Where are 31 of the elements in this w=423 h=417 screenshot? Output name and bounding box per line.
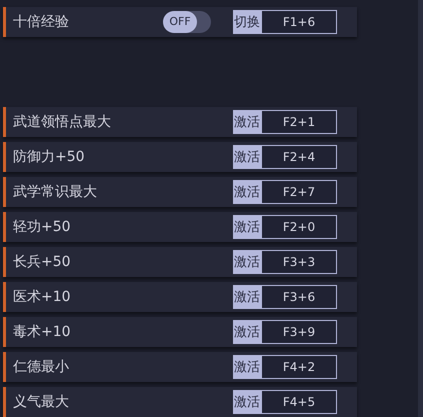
- action-button[interactable]: 激活: [233, 355, 261, 379]
- cheat-label: 防御力+50: [12, 148, 86, 166]
- action-button[interactable]: 激活: [233, 180, 261, 204]
- cheat-label: 医术+10: [12, 288, 72, 306]
- hotkey-label: F4+5: [261, 390, 337, 414]
- hotkey-label: F2+7: [261, 180, 337, 204]
- cheat-label: 武学常识最大: [12, 182, 98, 202]
- hotkey-label: F3+6: [261, 285, 337, 309]
- cheat-label: 义气最大: [12, 392, 70, 412]
- hotkey-label: F4+2: [261, 355, 337, 379]
- action-button[interactable]: 激活: [233, 145, 261, 169]
- cheat-label: 十倍经验: [12, 12, 70, 32]
- cheat-label: 毒术+10: [12, 322, 72, 342]
- toggle-switch[interactable]: OFF: [163, 11, 211, 33]
- action-button[interactable]: 激活: [233, 320, 261, 344]
- action-button[interactable]: 激活: [233, 285, 261, 309]
- hotkey-label: F2+0: [261, 215, 337, 239]
- hotkey-label: F1+6: [261, 10, 337, 34]
- cheat-label: 长兵+50: [12, 252, 72, 272]
- hotkey-label: F2+4: [261, 145, 337, 169]
- cheat-label: 仁德最小: [12, 358, 70, 376]
- cheat-label: 武道领悟点最大: [12, 112, 112, 132]
- hotkey-label: F3+9: [261, 320, 337, 344]
- action-button[interactable]: 激活: [233, 250, 261, 274]
- hotkey-label: F3+3: [261, 250, 337, 274]
- action-button[interactable]: 激活: [233, 110, 261, 134]
- action-button[interactable]: 激活: [233, 390, 261, 414]
- action-button[interactable]: 激活: [233, 215, 261, 239]
- hotkey-label: F2+1: [261, 110, 337, 134]
- cheat-label: 轻功+50: [12, 218, 72, 236]
- action-button[interactable]: 切换: [233, 10, 261, 34]
